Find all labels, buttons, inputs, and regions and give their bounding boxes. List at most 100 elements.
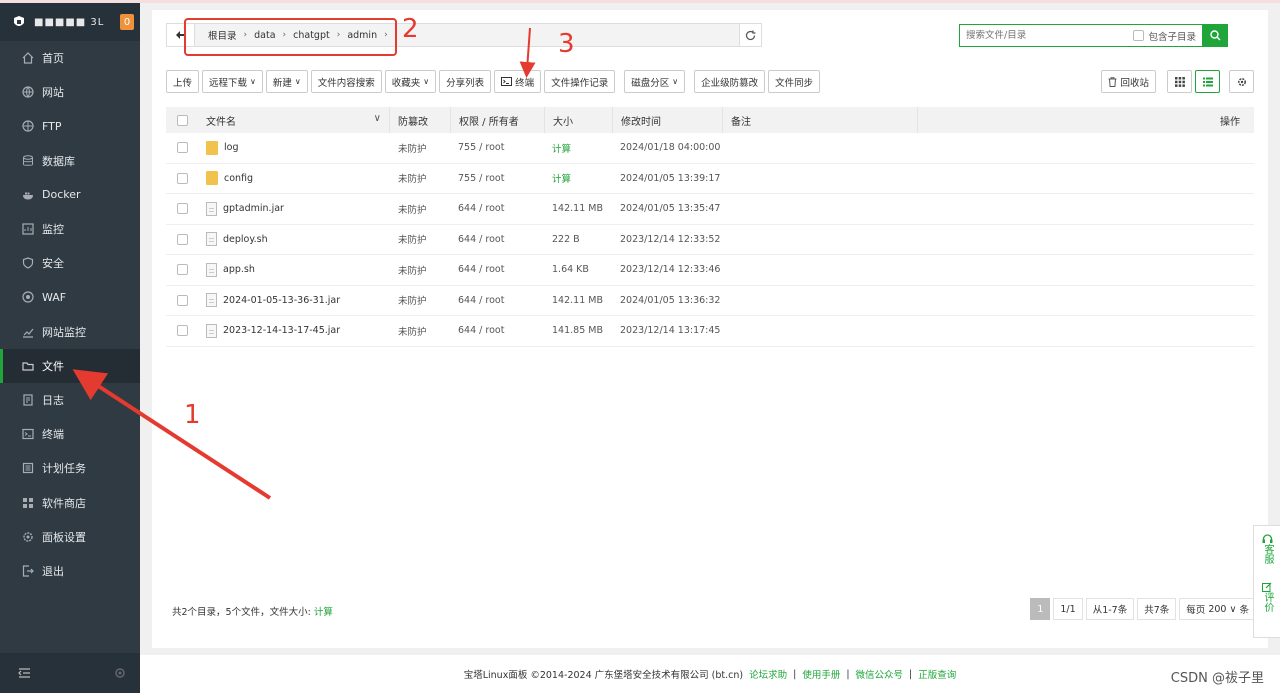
log-icon	[22, 394, 34, 406]
header-name[interactable]: 文件名 ∨	[198, 107, 390, 133]
table-row[interactable]: 2023-12-14-13-17-45.jar 未防护 644 / root 141.…	[166, 316, 1254, 347]
file-name-cell[interactable]: 2024-01-05-13-36-31.jar	[198, 293, 390, 308]
terminal-button[interactable]: 终端	[494, 70, 542, 93]
protect-status[interactable]: 未防护	[390, 202, 450, 216]
file-name[interactable]: app.sh	[223, 264, 255, 275]
sidebar-item-0[interactable]: 首页	[0, 41, 140, 75]
sidebar-item-11[interactable]: 终端	[0, 417, 140, 451]
file-icon	[206, 232, 217, 247]
sidebar-item-10[interactable]: 日志	[0, 383, 140, 417]
sort-chevron-icon[interactable]: ∨	[374, 113, 381, 124]
upload-button[interactable]: 上传	[166, 70, 200, 93]
search-button[interactable]	[1202, 24, 1228, 47]
settings-gear-icon[interactable]	[114, 667, 126, 679]
file-name[interactable]: log	[224, 142, 238, 153]
content-search-button[interactable]: 文件内容搜索	[310, 70, 382, 93]
sidebar-item-2[interactable]: FTP	[0, 109, 140, 143]
protect-status[interactable]: 未防护	[390, 324, 450, 338]
sidebar-item-15[interactable]: 退出	[0, 554, 140, 588]
refresh-button[interactable]	[739, 24, 761, 46]
file-size[interactable]: 计算	[544, 171, 612, 185]
collapse-menu-icon[interactable]	[18, 667, 31, 679]
table-row[interactable]: deploy.sh 未防护 644 / root 222 B 2023/12/14 12…	[166, 225, 1254, 255]
disk-partition-button[interactable]: 磁盘分区 ∨	[624, 70, 686, 93]
include-subdir-checkbox[interactable]	[1133, 30, 1145, 41]
file-name-cell[interactable]: log	[198, 140, 390, 155]
select-all-checkbox[interactable]	[176, 114, 188, 126]
protect-status[interactable]: 未防护	[390, 263, 450, 277]
sidebar-item-13[interactable]: 软件商店	[0, 485, 140, 519]
protect-status[interactable]: 未防护	[390, 293, 450, 307]
permission[interactable]: 644 / root	[450, 203, 544, 214]
sidebar-item-9[interactable]: 文件	[0, 348, 140, 384]
page-current[interactable]: 1	[1030, 598, 1051, 620]
permission[interactable]: 644 / root	[450, 234, 544, 245]
search-input[interactable]	[960, 30, 1134, 41]
row-checkbox[interactable]	[176, 325, 188, 337]
share-list-button[interactable]: 分享列表	[439, 70, 492, 93]
include-subdir-toggle[interactable]: 包含子目录	[1133, 29, 1202, 43]
table-row[interactable]: app.sh 未防护 644 / root 1.64 KB 2023/12/14 12:…	[166, 255, 1254, 286]
permission[interactable]: 644 / root	[450, 325, 544, 336]
row-checkbox[interactable]	[176, 264, 188, 276]
row-checkbox[interactable]	[176, 142, 188, 154]
file-name[interactable]: 2024-01-05-13-36-31.jar	[223, 295, 340, 306]
license-link[interactable]: 正版查询	[918, 667, 956, 681]
protect-status[interactable]: 未防护	[390, 171, 450, 185]
row-checkbox[interactable]	[176, 172, 188, 184]
file-name[interactable]: config	[224, 173, 253, 184]
row-checkbox[interactable]	[176, 203, 188, 215]
forum-link[interactable]: 论坛求助	[749, 667, 787, 681]
sidebar-item-label: 退出	[42, 564, 64, 578]
sidebar-item-8[interactable]: 网站监控	[0, 315, 140, 349]
wechat-link[interactable]: 微信公众号	[856, 667, 904, 681]
favorites-button[interactable]: 收藏夹 ∨	[384, 70, 437, 93]
protect-status[interactable]: 未防护	[390, 232, 450, 246]
file-name-cell[interactable]: deploy.sh	[198, 232, 390, 247]
file-name[interactable]: 2023-12-14-13-17-45.jar	[223, 325, 340, 336]
grid-view-button[interactable]	[1167, 70, 1192, 93]
sidebar-item-5[interactable]: 监控	[0, 212, 140, 246]
sidebar-item-4[interactable]: Docker	[0, 178, 140, 212]
file-size[interactable]: 计算	[544, 141, 612, 155]
table-row[interactable]: log 未防护 755 / root 计算 2024/01/18 04:00:00	[166, 133, 1254, 164]
file-name-cell[interactable]: config	[198, 171, 390, 186]
calc-size-link[interactable]: 计算	[314, 607, 333, 618]
sidebar-item-7[interactable]: WAF	[0, 280, 140, 314]
settings-button[interactable]	[1229, 70, 1254, 93]
row-checkbox[interactable]	[176, 233, 188, 245]
rate-button[interactable]: 评价	[1261, 574, 1273, 612]
op-log-button[interactable]: 文件操作记录	[544, 70, 616, 93]
notification-badge[interactable]: 0	[120, 14, 134, 30]
file-name-cell[interactable]: gptadmin.jar	[198, 201, 390, 216]
permission[interactable]: 644 / root	[450, 295, 544, 306]
sidebar-item-12[interactable]: 计划任务	[0, 451, 140, 485]
file-name-cell[interactable]: app.sh	[198, 262, 390, 277]
protect-status[interactable]: 未防护	[390, 141, 450, 155]
new-button[interactable]: 新建 ∨	[265, 70, 308, 93]
permission[interactable]: 755 / root	[450, 142, 544, 153]
permission[interactable]: 644 / root	[450, 264, 544, 275]
list-view-button[interactable]	[1195, 70, 1220, 93]
table-row[interactable]: gptadmin.jar 未防护 644 / root 142.11 MB 2024/0…	[166, 194, 1254, 225]
file-name[interactable]: deploy.sh	[223, 234, 268, 245]
upload-label: 上传	[173, 77, 193, 89]
file-toolbar: 上传 远程下载 ∨ 新建 ∨ 文件内容搜索 收藏夹 ∨ 分享列表 终端 文件操作记录 …	[166, 70, 821, 94]
tamper-proof-button[interactable]: 企业级防篡改	[694, 70, 766, 93]
sidebar-item-6[interactable]: 安全	[0, 246, 140, 280]
row-checkbox[interactable]	[176, 294, 188, 306]
remote-download-button[interactable]: 远程下载 ∨	[202, 70, 263, 93]
permission[interactable]: 755 / root	[450, 173, 544, 184]
sidebar-item-1[interactable]: 网站	[0, 75, 140, 109]
sidebar-item-3[interactable]: 数据库	[0, 144, 140, 178]
customer-service-button[interactable]: 客服	[1261, 526, 1273, 564]
table-row[interactable]: config 未防护 755 / root 计算 2024/01/05 13:39:17	[166, 164, 1254, 194]
table-row[interactable]: 2024-01-05-13-36-31.jar 未防护 644 / root 142.…	[166, 286, 1254, 316]
recycle-bin-button[interactable]: 回收站	[1101, 70, 1156, 93]
sidebar-item-14[interactable]: 面板设置	[0, 520, 140, 554]
file-name[interactable]: gptadmin.jar	[223, 203, 284, 214]
file-name-cell[interactable]: 2023-12-14-13-17-45.jar	[198, 323, 390, 338]
manual-link[interactable]: 使用手册	[802, 667, 840, 681]
per-page-select[interactable]: 每页 200 ∨ 条	[1179, 598, 1256, 620]
file-sync-button[interactable]: 文件同步	[768, 70, 821, 93]
